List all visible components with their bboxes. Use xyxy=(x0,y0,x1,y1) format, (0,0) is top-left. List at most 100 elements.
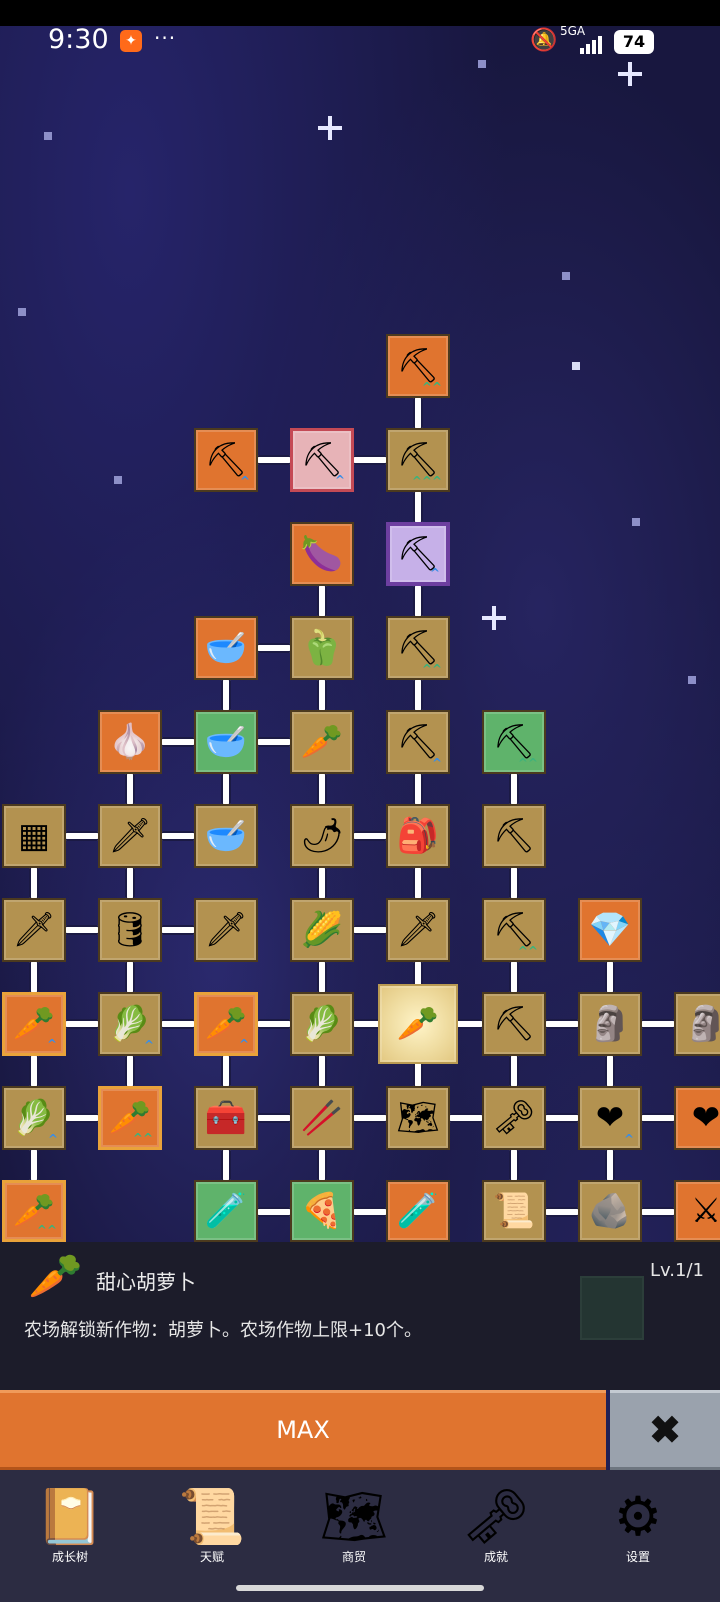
tree-node-key[interactable]: 🗝 xyxy=(482,1086,546,1150)
connector-horizontal xyxy=(254,455,294,465)
connector-vertical xyxy=(413,676,423,714)
connector-vertical xyxy=(29,958,39,996)
status-more: ··· xyxy=(154,26,177,50)
leek-icon: 🥢 xyxy=(300,1098,344,1138)
home-indicator[interactable] xyxy=(236,1585,484,1591)
tree-node-carrot[interactable]: 🥕 ^ xyxy=(2,992,66,1056)
tree-node-radish[interactable]: 🥕 xyxy=(290,710,354,774)
tree-node-potion[interactable]: 🧪 xyxy=(386,1180,450,1242)
cabbage-icon: 🥬 xyxy=(300,1004,344,1044)
statue-icon: 🗿 xyxy=(588,1004,632,1044)
connector-vertical xyxy=(509,958,519,996)
upgrade-chevron-icon: ^ xyxy=(623,1132,634,1146)
tree-node-bowl[interactable]: 🥣 xyxy=(194,804,258,868)
connector-horizontal xyxy=(158,831,198,841)
tree-node-crate[interactable]: ▦ xyxy=(2,804,66,868)
potion-icon: 🧪 xyxy=(396,1191,440,1231)
status-time: 9:30 xyxy=(48,24,109,55)
tree-node-shovel[interactable]: ⛏ ^^ xyxy=(386,616,450,680)
tree-node-cabbage[interactable]: 🥬 ^ xyxy=(98,992,162,1056)
scroll-icon: 📜 xyxy=(492,1191,536,1231)
tree-node-statue[interactable]: 🗿 xyxy=(578,992,642,1056)
tree-node-shovel[interactable]: ⛏ ^^^ xyxy=(386,428,450,492)
tree-node-soup-bowl[interactable]: 🥣 xyxy=(194,710,258,774)
tree-node-carrot[interactable]: 🥕 ^^ xyxy=(98,1086,162,1150)
upgrade-chevron-icon: ^ xyxy=(238,1037,249,1051)
connector-vertical xyxy=(29,864,39,902)
tree-node-sword[interactable]: 🗡 xyxy=(194,898,258,962)
nav-talent[interactable]: 📜 天赋 xyxy=(162,1482,262,1594)
tree-node-garlic[interactable]: 🧄 xyxy=(98,710,162,774)
tree-node-backpack[interactable]: 🎒 xyxy=(386,804,450,868)
tree-node-shovel[interactable]: ⛏ ^ xyxy=(386,522,450,586)
tree-node-sword[interactable]: 🗡 xyxy=(2,898,66,962)
tree-node-crossed-swords[interactable]: ⚔ xyxy=(674,1180,720,1242)
map-icon: 🗺 xyxy=(319,1485,389,1548)
upgrade-chevron-icon: ^^ xyxy=(132,1131,153,1145)
tree-node-shovel[interactable]: ⛏ ^ xyxy=(290,428,354,492)
upgrade-chevron-icon: ^^ xyxy=(421,380,442,394)
connector-horizontal xyxy=(350,1113,390,1123)
tree-node-cabbage[interactable]: 🥬 xyxy=(290,992,354,1056)
tree-node-crystal[interactable]: 💎 xyxy=(578,898,642,962)
upgrade-chevron-icon: ^^ xyxy=(36,1223,57,1237)
nav-label: 成长树 xyxy=(51,1550,88,1564)
tree-node-shovel[interactable]: ⛏ ^^ xyxy=(386,334,450,398)
nav-settings[interactable]: ⚙ 设置 xyxy=(588,1482,688,1594)
connector-horizontal xyxy=(62,1019,102,1029)
connector-vertical xyxy=(605,1146,615,1184)
tree-node-pizza[interactable]: 🍕 xyxy=(290,1180,354,1242)
tree-node-pickaxe[interactable]: ⛏ xyxy=(482,804,546,868)
tree-node-pickaxe[interactable]: ⛏ ^^ xyxy=(482,898,546,962)
tree-node-leek[interactable]: 🥢 xyxy=(290,1086,354,1150)
tree-node-map[interactable]: 🗺 xyxy=(386,1086,450,1150)
tree-node-dagger[interactable]: 🗡 xyxy=(386,898,450,962)
connector-vertical xyxy=(509,1146,519,1184)
nav-trade[interactable]: 🗺 商贸 xyxy=(304,1482,404,1594)
connector-horizontal xyxy=(254,1207,294,1217)
tree-node-chili[interactable]: 🌶 xyxy=(290,804,354,868)
tree-node-statue[interactable]: 🗿 xyxy=(674,992,720,1056)
bowl-icon: 🥣 xyxy=(204,628,248,668)
tree-node-bowl[interactable]: 🥣 xyxy=(194,616,258,680)
connector-vertical xyxy=(221,770,231,808)
top-black-strip xyxy=(0,0,720,26)
tree-node-scroll[interactable]: 📜 xyxy=(482,1180,546,1242)
connector-horizontal xyxy=(62,831,102,841)
tree-node-carrot[interactable]: 🥕 ^^ xyxy=(2,1180,66,1242)
sparkle-decoration xyxy=(482,606,506,630)
tree-node-barrel[interactable]: 🛢 xyxy=(98,898,162,962)
sword-icon: 🗡 xyxy=(12,910,56,950)
garlic-icon: 🧄 xyxy=(108,722,152,762)
signal-icon xyxy=(580,34,606,54)
connector-horizontal xyxy=(542,1019,582,1029)
tree-node-treasure-chest[interactable]: 🧰 xyxy=(194,1086,258,1150)
star-decoration xyxy=(114,476,122,484)
tree-node-stone[interactable]: 🪨 xyxy=(578,1180,642,1242)
crossed-swords-icon: ⚔ xyxy=(690,1191,720,1231)
tree-node-heart[interactable]: ❤ ^ xyxy=(578,1086,642,1150)
tree-node-cabbage[interactable]: 🥬 ^ xyxy=(2,1086,66,1150)
map-icon: 🗺 xyxy=(396,1098,440,1138)
connector-horizontal xyxy=(350,1207,390,1217)
tree-node-potion[interactable]: 🧪 xyxy=(194,1180,258,1242)
tree-node-carrot[interactable]: 🥕 xyxy=(378,984,458,1064)
close-button[interactable]: ✖ xyxy=(610,1390,720,1470)
tree-node-pepper[interactable]: 🫑 xyxy=(290,616,354,680)
tree-node-shovel[interactable]: ⛏ ^ xyxy=(386,710,450,774)
tree-node-carrot[interactable]: 🥕 ^ xyxy=(194,992,258,1056)
sparkle-decoration xyxy=(618,62,642,86)
tree-node-pickaxe[interactable]: ⛏ xyxy=(482,992,546,1056)
tree-node-corn[interactable]: 🌽 xyxy=(290,898,354,962)
nav-growth-tree[interactable]: 📔 成长树 xyxy=(20,1482,120,1594)
heart-icon: ❤ xyxy=(691,1098,720,1138)
tree-node-pickaxe[interactable]: ⛏ ^^ xyxy=(482,710,546,774)
tree-node-eggplant[interactable]: 🍆 xyxy=(290,522,354,586)
tree-node-shovel[interactable]: ⛏ ^ xyxy=(194,428,258,492)
connector-horizontal xyxy=(542,1113,582,1123)
tree-node-golden-sword[interactable]: 🗡 xyxy=(98,804,162,868)
tree-node-heart[interactable]: ❤ xyxy=(674,1086,720,1150)
max-button[interactable]: MAX xyxy=(0,1390,606,1470)
nav-achievement[interactable]: 🗝 成就 xyxy=(446,1482,546,1594)
detail-carrot-icon: 🥕 xyxy=(28,1251,83,1302)
